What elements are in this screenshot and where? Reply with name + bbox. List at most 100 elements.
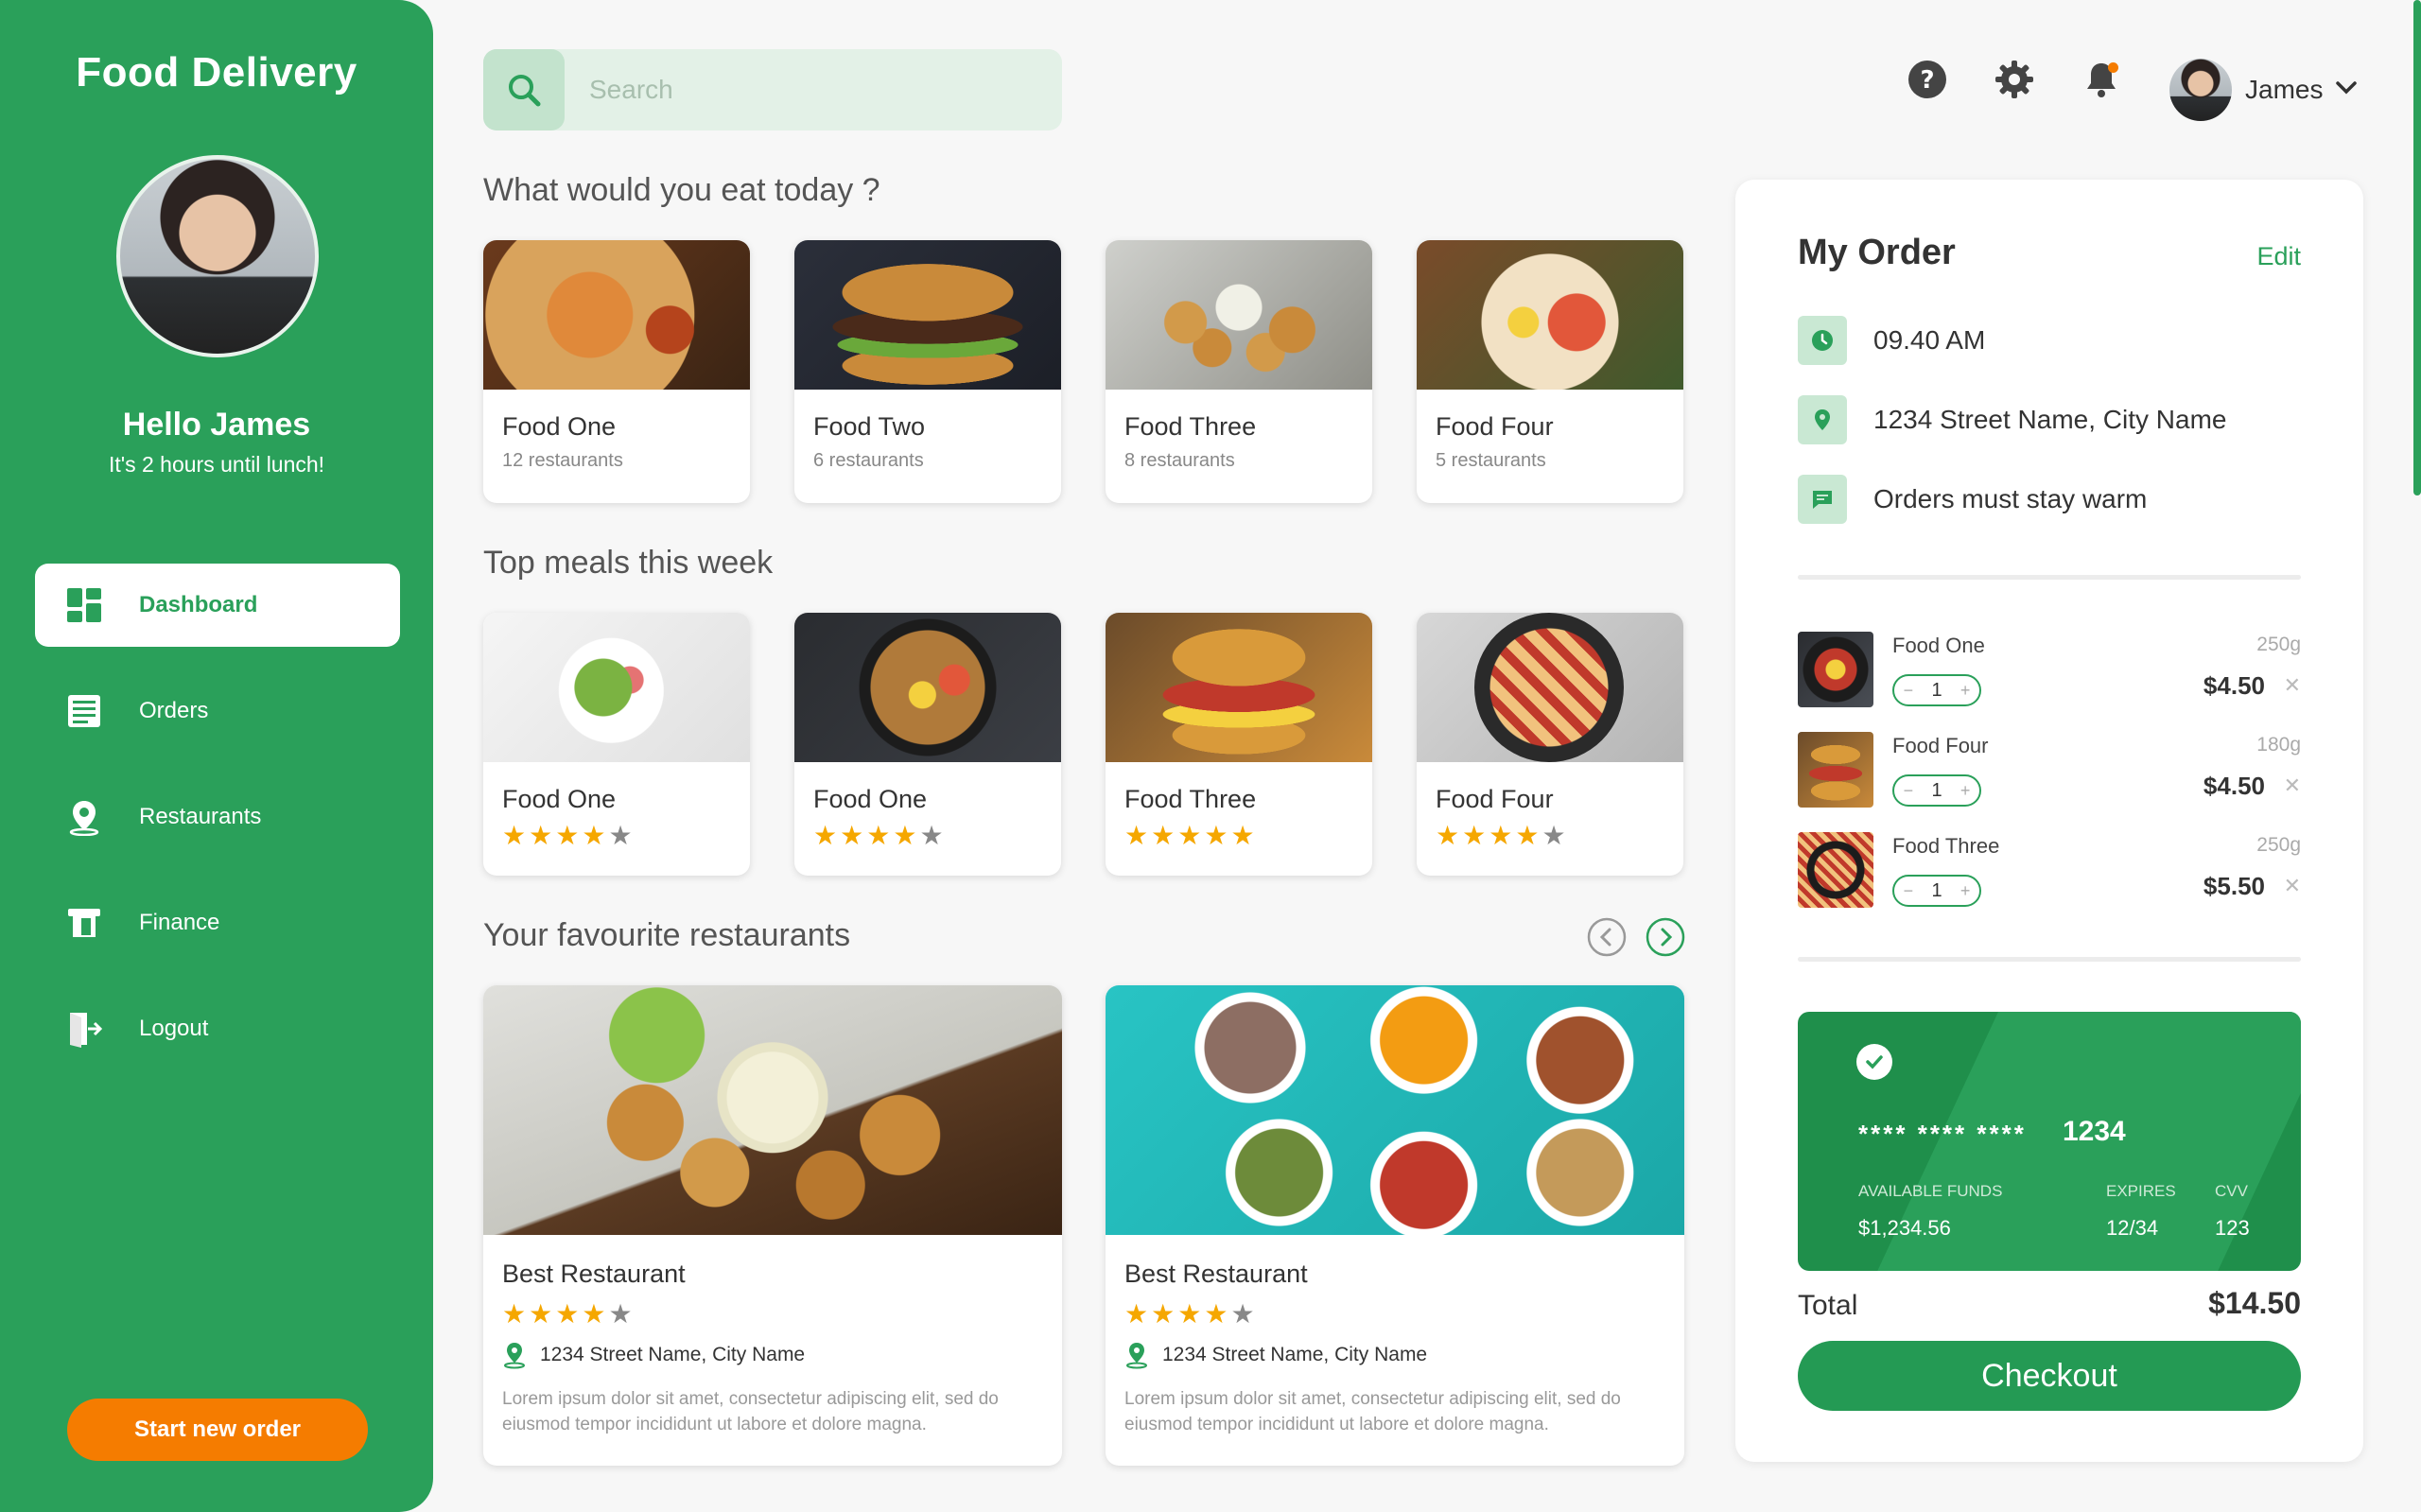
star-filled-icon: ★ <box>1515 820 1540 851</box>
top-meals-title: Top meals this week <box>483 545 774 581</box>
carousel-next-button[interactable] <box>1646 917 1685 957</box>
increment-button[interactable]: + <box>1960 681 1971 701</box>
delivery-address: 1234 Street Name, City Name <box>1798 395 2227 444</box>
increment-button[interactable]: + <box>1960 781 1971 801</box>
remove-item-icon[interactable]: ✕ <box>2284 773 2301 798</box>
decrement-button[interactable]: − <box>1904 781 1914 801</box>
card-last4: 1234 <box>2063 1116 2126 1147</box>
edit-order-link[interactable]: Edit <box>2256 242 2301 271</box>
payment-card[interactable]: **** **** **** 1234 AVAILABLE FUNDS $1,2… <box>1798 1012 2301 1271</box>
item-price: $5.50 <box>2203 872 2265 900</box>
location-pin-icon <box>65 798 103 836</box>
decrement-button[interactable]: − <box>1904 881 1914 901</box>
category-count: 8 restaurants <box>1124 450 1235 471</box>
carousel-prev-button[interactable] <box>1587 917 1627 957</box>
search-icon[interactable] <box>483 49 565 130</box>
restaurant-image <box>1106 985 1684 1235</box>
delivery-time-text: 09.40 AM <box>1873 325 1986 355</box>
quantity-value: 1 <box>1931 679 1942 701</box>
location-pin-icon <box>1126 1343 1147 1369</box>
meal-card[interactable]: Food One ★ ★ ★ ★ ★ <box>794 613 1061 876</box>
checkout-button[interactable]: Checkout <box>1798 1341 2301 1411</box>
chevron-right-icon <box>1646 917 1685 957</box>
item-thumbnail <box>1798 632 1873 707</box>
star-filled-icon: ★ <box>502 820 527 851</box>
category-card[interactable]: Food One 12 restaurants <box>483 240 750 503</box>
delivery-address-text: 1234 Street Name, City Name <box>1873 405 2227 434</box>
card-number-masked: **** **** **** <box>1858 1120 2027 1148</box>
avatar[interactable] <box>2169 59 2232 121</box>
item-price: $4.50 <box>2203 772 2265 800</box>
total-value: $14.50 <box>2208 1286 2301 1320</box>
food-image <box>794 613 1061 762</box>
location-pin-icon <box>1798 395 1847 444</box>
sidebar-item-label: Logout <box>139 1016 209 1041</box>
profile-avatar[interactable] <box>116 155 319 357</box>
quantity-stepper[interactable]: − 1 + <box>1892 674 1981 706</box>
category-card[interactable]: Food Four 5 restaurants <box>1417 240 1683 503</box>
sidebar-item-finance[interactable]: Finance <box>35 881 400 965</box>
restaurant-name: Best Restaurant <box>1124 1260 1308 1288</box>
user-menu[interactable]: James <box>2169 59 2359 121</box>
location-pin-icon <box>504 1343 525 1369</box>
user-name: James <box>2245 75 2324 104</box>
settings-gear-icon[interactable] <box>1994 59 2035 100</box>
star-filled-icon: ★ <box>1177 820 1202 851</box>
search-input[interactable] <box>565 75 1037 105</box>
star-filled-icon: ★ <box>555 820 580 851</box>
chevron-down-icon[interactable] <box>2334 76 2359 105</box>
sidebar-item-orders[interactable]: Orders <box>35 669 400 753</box>
restaurant-description: Lorem ipsum dolor sit amet, consectetur … <box>1124 1389 1621 1434</box>
star-filled-icon: ★ <box>1177 1298 1202 1330</box>
star-filled-icon: ★ <box>582 1298 606 1330</box>
remove-item-icon[interactable]: ✕ <box>2284 673 2301 698</box>
star-filled-icon: ★ <box>555 1298 580 1330</box>
sidebar-nav: Dashboard Orders Restaurants Finance Log… <box>35 564 400 1093</box>
expires-label: EXPIRES <box>2106 1182 2176 1200</box>
restaurant-card[interactable]: Best Restaurant ★ ★ ★ ★ ★ 1234 Street Name, … <box>1106 985 1684 1466</box>
sidebar-item-label: Dashboard <box>139 592 258 617</box>
help-icon[interactable]: ? <box>1907 59 1948 100</box>
notification-bell-icon[interactable] <box>2081 59 2122 100</box>
quantity-value: 1 <box>1931 779 1942 801</box>
finance-icon <box>65 904 103 942</box>
scrollbar[interactable] <box>2413 0 2421 495</box>
increment-button[interactable]: + <box>1960 881 1971 901</box>
categories-title: What would you eat today ? <box>483 172 880 208</box>
header-icons: ? <box>1907 59 2168 100</box>
sidebar-item-restaurants[interactable]: Restaurants <box>35 775 400 859</box>
clock-icon <box>1798 316 1847 365</box>
category-card[interactable]: Food Two 6 restaurants <box>794 240 1061 503</box>
meal-card[interactable]: Food Three ★ ★ ★ ★ ★ <box>1106 613 1372 876</box>
sidebar-item-logout[interactable]: Logout <box>35 987 400 1070</box>
greeting-subtitle: It's 2 hours until lunch! <box>108 452 325 477</box>
remove-item-icon[interactable]: ✕ <box>2284 874 2301 898</box>
restaurant-address: 1234 Street Name, City Name <box>502 1341 805 1369</box>
item-weight: 180g <box>2256 734 2301 756</box>
quantity-stepper[interactable]: − 1 + <box>1892 774 1981 807</box>
quantity-stepper[interactable]: − 1 + <box>1892 875 1981 907</box>
star-empty-icon: ★ <box>608 820 633 851</box>
svg-text:?: ? <box>1920 66 1934 95</box>
meal-card[interactable]: Food One ★ ★ ★ ★ ★ <box>483 613 750 876</box>
restaurant-card[interactable]: Best Restaurant ★ ★ ★ ★ ★ 1234 Street Name, … <box>483 985 1062 1466</box>
food-image <box>1106 240 1372 390</box>
category-card[interactable]: Food Three 8 restaurants <box>1106 240 1372 503</box>
sidebar-item-label: Restaurants <box>139 804 262 829</box>
sidebar-item-label: Orders <box>139 698 209 723</box>
star-rating: ★ ★ ★ ★ ★ <box>1124 823 1258 849</box>
start-new-order-button[interactable]: Start new order <box>67 1399 368 1461</box>
star-empty-icon: ★ <box>1230 1298 1255 1330</box>
star-empty-icon: ★ <box>919 820 944 851</box>
sidebar-item-dashboard[interactable]: Dashboard <box>35 564 400 647</box>
decrement-button[interactable]: − <box>1904 681 1914 701</box>
meal-card[interactable]: Food Four ★ ★ ★ ★ ★ <box>1417 613 1683 876</box>
star-filled-icon: ★ <box>529 1298 553 1330</box>
brand-title: Food Delivery <box>76 49 357 96</box>
category-name: Food Four <box>1436 412 1554 441</box>
star-rating: ★ ★ ★ ★ ★ <box>502 1301 636 1328</box>
quantity-value: 1 <box>1931 879 1942 901</box>
restaurant-description: Lorem ipsum dolor sit amet, consectetur … <box>502 1389 999 1434</box>
search-bar[interactable] <box>483 49 1062 130</box>
divider <box>1798 575 2301 580</box>
